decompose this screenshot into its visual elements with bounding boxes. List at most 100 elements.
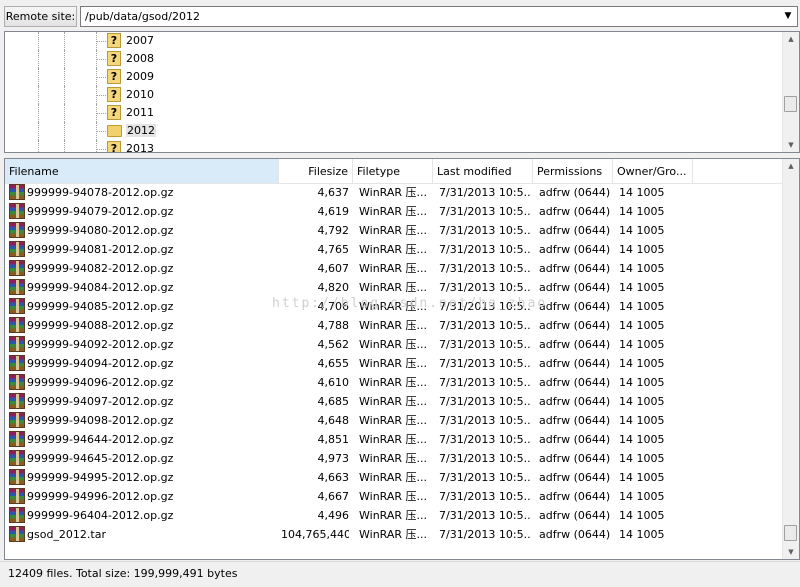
scroll-down-icon[interactable]: ▼ [783, 545, 799, 559]
table-row[interactable]: 999999-94079-2012.op.gz 4,619 WinRAR 压... 7… [5, 202, 783, 221]
owner-cell: 14 1005 [619, 528, 665, 541]
tree-scrollbar[interactable]: ▲ ▼ [782, 32, 799, 152]
table-row[interactable]: 999999-94084-2012.op.gz 4,820 WinRAR 压... 7… [5, 278, 783, 297]
permissions-cell: adfrw (0644) [539, 186, 611, 199]
table-row[interactable]: 999999-94097-2012.op.gz 4,685 WinRAR 压... 7… [5, 392, 783, 411]
owner-cell: 14 1005 [619, 262, 665, 275]
table-row[interactable]: 999999-94092-2012.op.gz 4,562 WinRAR 压... 7… [5, 335, 783, 354]
tree-guide-line [38, 68, 39, 86]
winrar-archive-icon [9, 184, 25, 200]
permissions-cell: adfrw (0644) [539, 509, 611, 522]
file-name-cell: 999999-96404-2012.op.gz [9, 506, 279, 525]
file-type-cell: WinRAR 压... [359, 471, 428, 484]
watermark: http://blog.csdn.net/ha_zhao [272, 296, 548, 311]
column-header-filetype[interactable]: Filetype [353, 159, 433, 183]
permissions-cell: adfrw (0644) [539, 205, 611, 218]
last-modified-cell: 7/31/2013 10:5... [439, 186, 531, 199]
tree-branch-line [96, 95, 106, 96]
file-size-cell: 4,667 [317, 490, 350, 503]
winrar-archive-icon [9, 298, 25, 314]
tree-item[interactable]: ? 2013 [5, 140, 783, 152]
file-type-cell: WinRAR 压... [359, 338, 428, 351]
owner-cell: 14 1005 [619, 281, 665, 294]
owner-cell: 14 1005 [619, 224, 665, 237]
tree-item-label: 2007 [126, 34, 154, 47]
file-name-cell: 999999-94645-2012.op.gz [9, 449, 279, 468]
winrar-archive-icon [9, 260, 25, 276]
table-row[interactable]: 999999-94078-2012.op.gz 4,637 WinRAR 压... 7… [5, 183, 783, 202]
tree-item[interactable]: ? 2010 [5, 86, 783, 104]
tree-item[interactable]: 2012 [5, 122, 783, 140]
file-name-text: 999999-94078-2012.op.gz [27, 186, 174, 199]
table-row[interactable]: gsod_2012.tar 104,765,440 WinRAR 压... 7/31/… [5, 525, 783, 544]
tree-item[interactable]: ? 2009 [5, 68, 783, 86]
column-header-filesize[interactable]: Filesize [279, 159, 353, 183]
table-row[interactable]: 999999-94996-2012.op.gz 4,667 WinRAR 压... 7… [5, 487, 783, 506]
table-row[interactable]: 999999-94080-2012.op.gz 4,792 WinRAR 压... 7… [5, 221, 783, 240]
remote-path-combobox[interactable]: /pub/data/gsod/2012 ▼ [80, 6, 798, 27]
list-scroll-thumb[interactable] [784, 525, 797, 541]
table-row[interactable]: 999999-94082-2012.op.gz 4,607 WinRAR 压... 7… [5, 259, 783, 278]
scroll-up-icon[interactable]: ▲ [783, 159, 799, 173]
table-row[interactable]: 999999-94094-2012.op.gz 4,655 WinRAR 压... 7… [5, 354, 783, 373]
permissions-cell: adfrw (0644) [539, 376, 611, 389]
owner-cell: 14 1005 [619, 376, 665, 389]
tree-guide-line [64, 86, 65, 104]
file-size-cell: 104,765,440 [281, 528, 349, 541]
owner-cell: 14 1005 [619, 243, 665, 256]
file-name-cell: 999999-94092-2012.op.gz [9, 335, 279, 354]
permissions-cell: adfrw (0644) [539, 338, 611, 351]
permissions-cell: adfrw (0644) [539, 414, 611, 427]
winrar-archive-icon [9, 374, 25, 390]
tree-branch-line [96, 41, 106, 42]
remote-file-list[interactable]: ▲ Filename Filesize Filetype Last modifi… [4, 158, 800, 560]
file-size-cell: 4,610 [317, 376, 350, 389]
file-size-cell: 4,792 [317, 224, 350, 237]
table-row[interactable]: 999999-94096-2012.op.gz 4,610 WinRAR 压... 7… [5, 373, 783, 392]
remote-directory-tree[interactable]: ? 2007 ? 2008? 2009? 2010? 2011 2012? 2013 ▲ ▼ [4, 31, 800, 153]
remote-path-value[interactable]: /pub/data/gsod/2012 [85, 10, 200, 23]
permissions-cell: adfrw (0644) [539, 243, 611, 256]
tree-scroll-thumb[interactable] [784, 96, 797, 112]
file-name-text: 999999-94995-2012.op.gz [27, 471, 174, 484]
list-scrollbar[interactable]: ▲ ▼ [782, 159, 799, 559]
scroll-up-icon[interactable]: ▲ [783, 32, 799, 46]
tree-item[interactable]: ? 2008 [5, 50, 783, 68]
winrar-archive-icon [9, 526, 25, 542]
permissions-cell: adfrw (0644) [539, 300, 611, 313]
tree-item[interactable]: ? 2011 [5, 104, 783, 122]
column-header-filename[interactable]: ▲ Filename [5, 159, 279, 183]
column-header-permissions[interactable]: Permissions [533, 159, 613, 183]
permissions-cell: adfrw (0644) [539, 528, 611, 541]
winrar-archive-icon [9, 279, 25, 295]
table-row[interactable]: 999999-94088-2012.op.gz 4,788 WinRAR 压... 7… [5, 316, 783, 335]
table-row[interactable]: 999999-94644-2012.op.gz 4,851 WinRAR 压... 7… [5, 430, 783, 449]
chevron-down-icon[interactable]: ▼ [781, 7, 795, 26]
file-name-text: 999999-94088-2012.op.gz [27, 319, 174, 332]
scroll-down-icon[interactable]: ▼ [783, 138, 799, 152]
table-row[interactable]: 999999-94081-2012.op.gz 4,765 WinRAR 压... 7… [5, 240, 783, 259]
winrar-archive-icon [9, 222, 25, 238]
question-folder-icon: ? [107, 33, 121, 48]
tree-item[interactable]: ? 2007 [5, 32, 783, 50]
last-modified-cell: 7/31/2013 10:5... [439, 490, 531, 503]
column-header-owner[interactable]: Owner/Gro... [613, 159, 693, 183]
tree-branch-line [96, 131, 106, 132]
tree-branch-line [96, 59, 106, 60]
file-type-cell: WinRAR 压... [359, 281, 428, 294]
table-row[interactable]: 999999-94995-2012.op.gz 4,663 WinRAR 压... 7… [5, 468, 783, 487]
file-name-cell: 999999-94084-2012.op.gz [9, 278, 279, 297]
table-row[interactable]: 999999-94645-2012.op.gz 4,973 WinRAR 压... 7… [5, 449, 783, 468]
column-header-last-modified[interactable]: Last modified [433, 159, 533, 183]
table-row[interactable]: 999999-94098-2012.op.gz 4,648 WinRAR 压... 7… [5, 411, 783, 430]
permissions-cell: adfrw (0644) [539, 262, 611, 275]
winrar-archive-icon [9, 317, 25, 333]
file-type-cell: WinRAR 压... [359, 205, 428, 218]
table-row[interactable]: 999999-96404-2012.op.gz 4,496 WinRAR 压... 7… [5, 506, 783, 525]
last-modified-cell: 7/31/2013 10:5... [439, 319, 531, 332]
file-name-text: 999999-94085-2012.op.gz [27, 300, 174, 313]
file-name-text: 999999-94094-2012.op.gz [27, 357, 174, 370]
tree-item-label: 2011 [126, 106, 154, 119]
winrar-archive-icon [9, 469, 25, 485]
status-bar: 12409 files. Total size: 199,999,491 byt… [0, 561, 800, 587]
